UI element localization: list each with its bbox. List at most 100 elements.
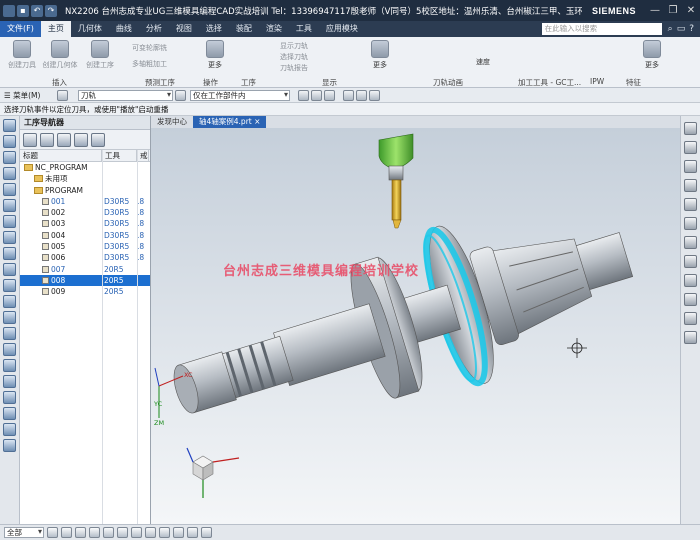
measure-icon[interactable] xyxy=(684,331,697,344)
navigator-row[interactable]: PROGRAM xyxy=(20,185,150,196)
program-order-view-icon[interactable] xyxy=(23,132,37,147)
select-all-icon[interactable] xyxy=(47,527,58,538)
selection-scope-dropdown[interactable]: 仅在工作部件内 xyxy=(190,89,290,101)
view-triad[interactable] xyxy=(186,447,240,498)
component-icon[interactable] xyxy=(117,527,128,538)
navigator-row[interactable]: 009 20R5 xyxy=(20,286,150,297)
fit-view-icon[interactable] xyxy=(684,217,697,230)
create-tool-button[interactable]: 创建刀具 xyxy=(2,40,42,70)
library-icon[interactable] xyxy=(3,359,16,372)
maximize-button[interactable]: ❐ xyxy=(664,5,682,16)
render-style-icon[interactable] xyxy=(684,198,697,211)
create-operation-button[interactable]: 创建工序 xyxy=(80,40,120,70)
navigator-row[interactable]: 006 D30R5 .8 xyxy=(20,252,150,263)
navigator-row[interactable]: 001 D30R5 .8 xyxy=(20,196,150,207)
show-icon[interactable] xyxy=(684,255,697,268)
face-icon[interactable] xyxy=(75,527,86,538)
tab-assembly[interactable]: 装配 xyxy=(229,21,259,37)
navigator-row[interactable]: NC_PROGRAM xyxy=(20,162,150,173)
settings-icon[interactable] xyxy=(3,407,16,420)
edge-icon[interactable] xyxy=(89,527,100,538)
close-button[interactable]: ✕ xyxy=(682,5,700,16)
cam-setup-icon[interactable] xyxy=(3,327,16,340)
variable-contour-mill-item[interactable]: 可变轮廓铣 xyxy=(132,43,167,53)
more-button-1[interactable]: 更多 xyxy=(195,40,235,70)
geometry-view-icon[interactable] xyxy=(57,132,71,147)
more-button-3[interactable]: 更多 xyxy=(632,40,672,70)
tab-home[interactable]: 主页 xyxy=(40,21,71,37)
part-navigator-icon[interactable] xyxy=(3,135,16,148)
method-view-icon[interactable] xyxy=(74,132,88,147)
feature-icon[interactable] xyxy=(61,527,72,538)
pencil-icon[interactable] xyxy=(187,527,198,538)
machine-tool-icon[interactable] xyxy=(3,167,16,180)
column-tool[interactable]: 工具 xyxy=(102,150,137,161)
navigator-row[interactable]: 004 D30R5 .8 xyxy=(20,230,150,241)
manufacturing-wizard-icon[interactable] xyxy=(3,311,16,324)
column-extra[interactable]: 戒 xyxy=(137,150,149,161)
process-studio-icon[interactable] xyxy=(3,263,16,276)
line-icon[interactable] xyxy=(201,527,212,538)
background-icon[interactable] xyxy=(684,179,697,192)
filter-view-icon[interactable] xyxy=(91,132,105,147)
more-button-2[interactable]: 更多 xyxy=(360,40,400,70)
tab-view[interactable]: 视图 xyxy=(169,21,199,37)
info-icon[interactable] xyxy=(3,439,16,452)
tab-tools[interactable]: 工具 xyxy=(289,21,319,37)
reuse-library-icon[interactable] xyxy=(3,183,16,196)
machine-tool-view-icon[interactable] xyxy=(40,132,54,147)
snap-icon[interactable] xyxy=(57,89,68,101)
toolpath-report-item[interactable]: 刀轨报告 xyxy=(280,63,308,73)
tab-discovery-center[interactable]: 发现中心 xyxy=(151,116,193,128)
window-icon[interactable]: ▭ xyxy=(677,24,686,34)
navigator-row[interactable]: 005 D30R5 .8 xyxy=(20,241,150,252)
graphics-window[interactable]: XC YC ZM 台州志成三维模具编程培训学校 xyxy=(151,128,680,524)
column-name[interactable]: 标题 xyxy=(20,150,102,161)
body-icon[interactable] xyxy=(103,527,114,538)
layer-visibility-icon[interactable] xyxy=(159,527,170,538)
clock-icon[interactable] xyxy=(3,391,16,404)
help-icon[interactable]: ? xyxy=(689,24,694,34)
layer-icon[interactable] xyxy=(684,293,697,306)
tab-curve[interactable]: 曲线 xyxy=(109,21,139,37)
navigator-row[interactable]: 未用项 xyxy=(20,173,150,184)
tab-applications[interactable]: 应用模块 xyxy=(319,21,365,37)
filter-icon[interactable] xyxy=(175,89,186,101)
settings-icon[interactable] xyxy=(684,160,697,173)
save-icon[interactable]: ▪ xyxy=(17,4,29,17)
section-icon[interactable] xyxy=(684,312,697,325)
palette-icon[interactable] xyxy=(3,231,16,244)
hide-icon[interactable] xyxy=(684,274,697,287)
type-filter-dropdown[interactable]: 刀轨 xyxy=(78,89,173,101)
light-icon[interactable] xyxy=(684,122,697,135)
redo-icon[interactable]: ↷ xyxy=(45,4,57,17)
roles-icon[interactable] xyxy=(3,215,16,228)
navigator-row[interactable]: 002 D30R5 .8 xyxy=(20,207,150,218)
select-toolpath-item[interactable]: 选择刀轨 xyxy=(280,52,308,62)
tab-analysis[interactable]: 分析 xyxy=(139,21,169,37)
display-toolpath-item[interactable]: 显示刀轨 xyxy=(280,41,308,51)
operation-navigator-icon[interactable] xyxy=(3,151,16,164)
tab-part-file[interactable]: 轴4轴案例4.prt × xyxy=(193,116,267,128)
system-materials-icon[interactable] xyxy=(3,279,16,292)
snap-icon[interactable] xyxy=(173,527,184,538)
show-hide-icon[interactable] xyxy=(145,527,156,538)
history-icon[interactable] xyxy=(3,199,16,212)
render-icon[interactable] xyxy=(369,89,380,101)
eye-icon[interactable] xyxy=(131,527,142,538)
feature-teach-icon[interactable] xyxy=(3,343,16,356)
tab-render[interactable]: 渲染 xyxy=(259,21,289,37)
status-filter-dropdown[interactable]: 全部 xyxy=(4,527,44,538)
minimize-button[interactable]: — xyxy=(646,5,664,16)
navigator-row[interactable]: 003 D30R5 .8 xyxy=(20,218,150,229)
select-all-icon[interactable] xyxy=(298,89,309,101)
visual-report-icon[interactable] xyxy=(3,375,16,388)
navigator-row[interactable]: 008 20R5 xyxy=(20,274,150,287)
command-search-input[interactable]: 在此输入以搜索 xyxy=(541,23,662,35)
snap-point-icon[interactable] xyxy=(324,89,335,101)
tab-geometry[interactable]: 几何体 xyxy=(71,21,109,37)
create-geometry-button[interactable]: 创建几何体 xyxy=(40,40,80,70)
web-browser-icon[interactable] xyxy=(3,247,16,260)
view-icon[interactable] xyxy=(356,89,367,101)
deselect-icon[interactable] xyxy=(311,89,322,101)
